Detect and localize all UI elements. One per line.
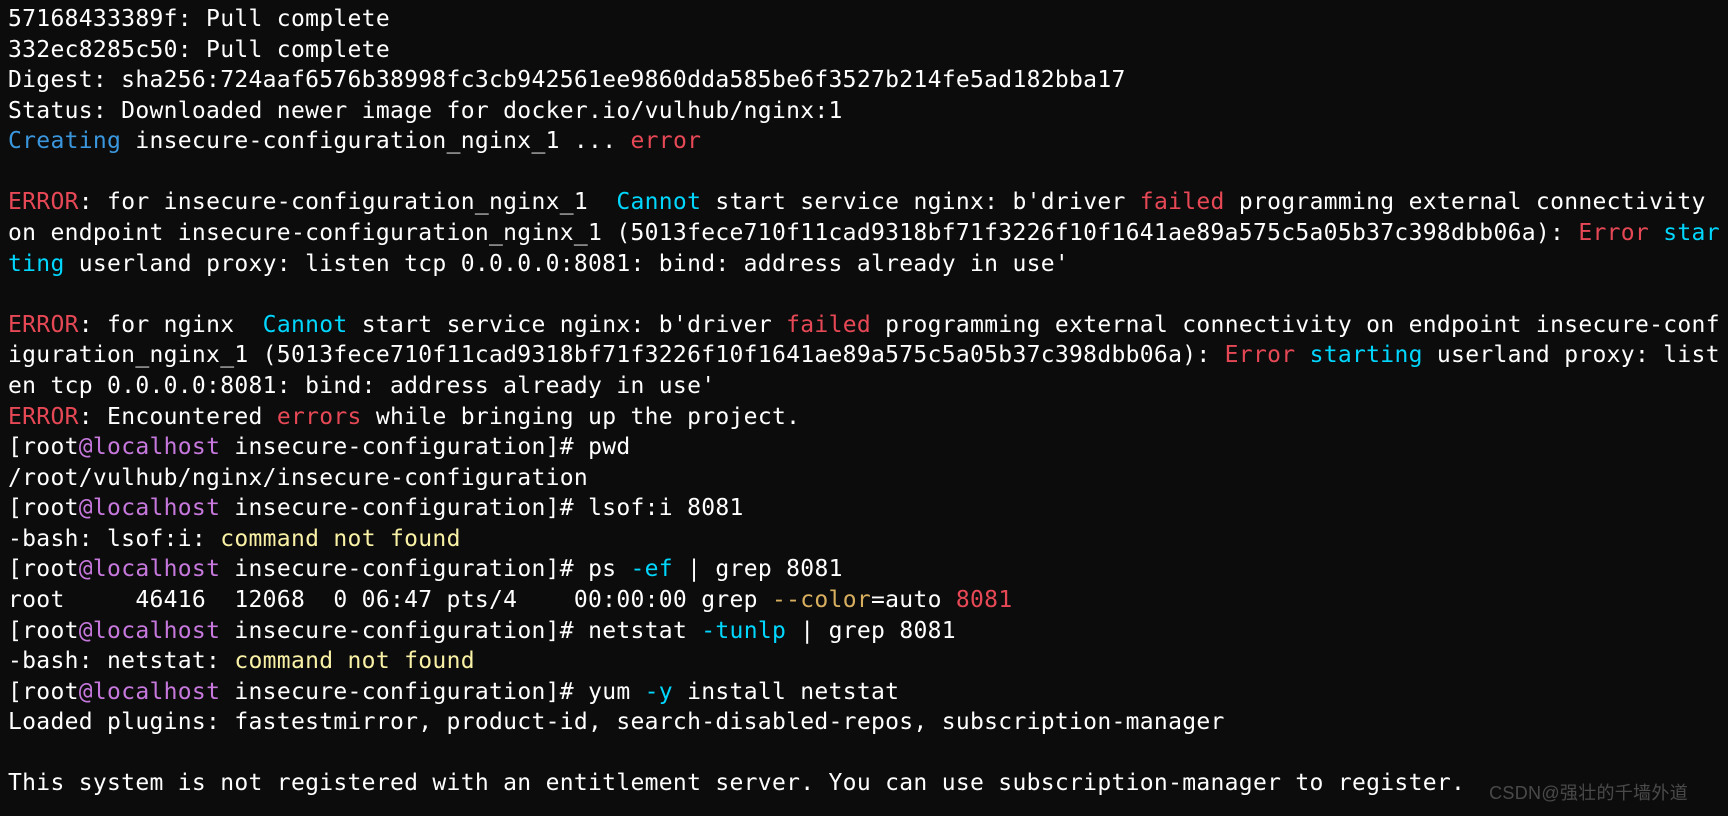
line: start service nginx: b'driver	[701, 189, 1140, 215]
command: netstat	[588, 618, 701, 644]
prompt: [root	[8, 679, 79, 705]
bash-not-found: command not found	[234, 648, 475, 674]
line: : Encountered	[79, 404, 277, 430]
command: pwd	[588, 434, 630, 460]
line: userland proxy: listen tcp 0.0.0.0:8081:…	[65, 251, 1069, 277]
flag: --color	[772, 587, 871, 613]
bash-not-found: command not found	[220, 526, 461, 552]
flag: -ef	[631, 556, 673, 582]
status-error: error	[631, 128, 702, 154]
keyword: starting	[1310, 342, 1423, 368]
prompt: insecure-configuration]#	[220, 495, 588, 521]
error-label: ERROR	[8, 312, 79, 338]
prompt-host: @localhost	[79, 618, 220, 644]
keyword: Error	[1578, 220, 1649, 246]
prompt: [root	[8, 495, 79, 521]
prompt-host: @localhost	[79, 495, 220, 521]
prompt: [root	[8, 434, 79, 460]
match: 8081	[956, 587, 1013, 613]
prompt: [root	[8, 618, 79, 644]
command: ps	[588, 556, 630, 582]
flag: -tunlp	[701, 618, 786, 644]
keyword: failed	[786, 312, 871, 338]
prompt: insecure-configuration]#	[220, 556, 588, 582]
terminal-output[interactable]: 57168433389f: Pull complete 332ec8285c50…	[0, 0, 1728, 803]
output: /root/vulhub/nginx/insecure-configuratio…	[8, 465, 588, 491]
keyword: Cannot	[263, 312, 348, 338]
line: Status: Downloaded newer image for docke…	[8, 98, 843, 124]
command: | grep 8081	[786, 618, 956, 644]
line	[1295, 342, 1309, 368]
line: insecure-configuration_nginx_1 ...	[121, 128, 630, 154]
prompt-host: @localhost	[79, 679, 220, 705]
line: 332ec8285c50: Pull complete	[8, 37, 390, 63]
line: : for nginx	[79, 312, 263, 338]
output: This system is not registered with an en…	[8, 770, 1465, 796]
prompt: insecure-configuration]#	[220, 679, 588, 705]
prompt: [root	[8, 556, 79, 582]
command: yum	[588, 679, 645, 705]
error-label: ERROR	[8, 189, 79, 215]
line	[1649, 220, 1663, 246]
output: root 46416 12068 0 06:47 pts/4 00:00:00 …	[8, 587, 772, 613]
prompt: insecure-configuration]#	[220, 434, 588, 460]
line: start service nginx: b'driver	[348, 312, 787, 338]
line: 57168433389f: Pull complete	[8, 6, 390, 32]
prompt: insecure-configuration]#	[220, 618, 588, 644]
flag: -y	[645, 679, 673, 705]
command: | grep 8081	[673, 556, 843, 582]
output: =auto	[871, 587, 956, 613]
prompt-host: @localhost	[79, 434, 220, 460]
output: -bash: netstat:	[8, 648, 234, 674]
compose-creating-label: Creating	[8, 128, 121, 154]
line: : for insecure-configuration_nginx_1	[79, 189, 617, 215]
command: lsof:i 8081	[588, 495, 744, 521]
keyword: Cannot	[616, 189, 701, 215]
output: Loaded plugins: fastestmirror, product-i…	[8, 709, 1225, 735]
output: -bash: lsof:i:	[8, 526, 220, 552]
line: while bringing up the project.	[362, 404, 801, 430]
command: install netstat	[673, 679, 899, 705]
error-label: ERROR	[8, 404, 79, 430]
keyword: failed	[1140, 189, 1225, 215]
keyword: errors	[277, 404, 362, 430]
keyword: Error	[1225, 342, 1296, 368]
line: Digest: sha256:724aaf6576b38998fc3cb9425…	[8, 67, 1126, 93]
prompt-host: @localhost	[79, 556, 220, 582]
